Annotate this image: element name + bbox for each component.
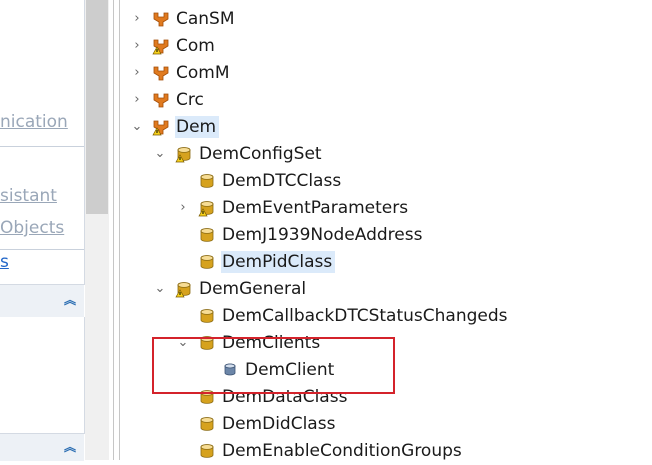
container-icon [198,415,216,433]
tree-item-label: Crc [176,89,204,110]
container-icon [198,172,216,190]
expand-chevron-icon[interactable]: › [130,59,144,86]
section-header[interactable]: ︽ [0,433,84,461]
tree-item-label: DemCallbackDTCStatusChangeds [222,305,508,326]
collapse-chevron-icon[interactable]: ⌄ [153,275,167,302]
tree-item-demconfigset[interactable]: DemConfigSet [175,140,325,167]
link-s[interactable]: s [0,252,9,272]
tree-item-label: CanSM [176,8,235,29]
link-assistant[interactable]: sistant [0,186,57,206]
tree-item-demdtcclass[interactable]: DemDTCClass [198,167,344,194]
tree-item-label: DemConfigSet [199,143,322,164]
container-icon [198,253,216,271]
expand-chevron-icon[interactable]: › [130,32,144,59]
collapse-chevron-icon[interactable]: ⌄ [153,140,167,167]
collapse-chevron-icon[interactable]: ⌄ [130,113,144,140]
section-header[interactable]: ︽ [0,284,84,318]
tree-item-label: DemDTCClass [222,170,342,191]
tree-item-label: DemPidClass [221,250,336,273]
container-icon [198,442,216,460]
divider [113,0,114,460]
tree-item-demeventparameters[interactable]: DemEventParameters [198,194,411,221]
separator [0,249,84,250]
module-icon [152,118,170,136]
module-icon [152,91,170,109]
expand-chevron-icon[interactable]: › [176,194,190,221]
container-icon [198,199,216,217]
tree-item-label: DemGeneral [199,278,307,299]
tree-item-label: Dem [175,115,220,138]
tree-item-com[interactable]: Com [152,32,218,59]
expand-chevron-icon[interactable]: › [130,5,144,32]
tree-item-dempidclass[interactable]: DemPidClass [198,248,336,275]
link-communication[interactable]: nication [0,112,68,132]
divider [119,0,120,460]
tree-item-label: ComM [176,62,230,83]
tree-item-dem[interactable]: Dem [152,113,220,140]
module-icon [152,10,170,28]
tree-item-label: DemJ1939NodeAddress [222,224,423,245]
tree-item-demgeneral[interactable]: DemGeneral [175,275,309,302]
tree-item-label: DemEnableConditionGroups [222,440,462,461]
tree-item-label: DemDidClass [222,413,336,434]
tree-item-demcallbackdtcstatuschangeds[interactable]: DemCallbackDTCStatusChangeds [198,302,511,329]
tree-item-demj1939nodeaddress[interactable]: DemJ1939NodeAddress [198,221,425,248]
container-icon [198,307,216,325]
container-icon [175,280,193,298]
container-icon [175,145,193,163]
scrollbar-thumb[interactable] [86,0,108,214]
module-icon [152,37,170,55]
left-panel-middle-section [0,317,85,434]
link-objects[interactable]: Objects [0,218,64,238]
tree-item-demdidclass[interactable]: DemDidClass [198,410,338,437]
tree-item-label: DemEventParameters [222,197,409,218]
tree-item-comm[interactable]: ComM [152,59,233,86]
collapse-icon[interactable]: ︽ [64,291,76,308]
annotation-highlight-box [152,337,395,394]
left-panel-top-section [0,0,85,285]
module-icon [152,64,170,82]
tree-item-crc[interactable]: Crc [152,86,207,113]
container-icon [198,226,216,244]
tree-item-cansm[interactable]: CanSM [152,5,238,32]
expand-chevron-icon[interactable]: › [130,86,144,113]
separator [0,146,84,147]
collapse-icon[interactable]: ︽ [64,438,76,455]
tree-item-label: Com [176,35,215,56]
